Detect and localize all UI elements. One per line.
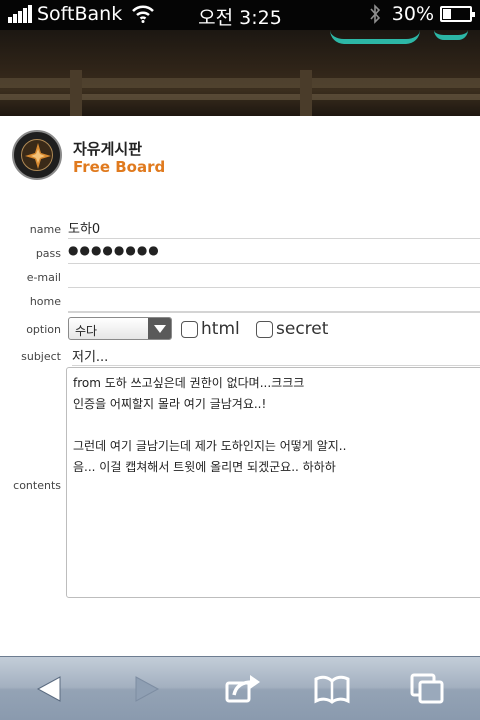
battery-percent: 30% bbox=[391, 3, 434, 25]
battery-icon bbox=[440, 6, 475, 22]
status-bar: SoftBank 오전 3:25 30% bbox=[0, 0, 480, 30]
forward-arrow-icon[interactable] bbox=[126, 671, 166, 707]
pass-label: pass bbox=[35, 247, 61, 260]
browser-toolbar bbox=[0, 656, 480, 720]
header-banner-image bbox=[0, 30, 480, 116]
contents-textarea[interactable]: from 도하 쓰고싶은데 권한이 없다며...크크크 인증을 어찌할지 몰라 … bbox=[66, 367, 480, 598]
contents-line: 인증을 어찌할지 몰라 여기 글남겨요..! bbox=[73, 397, 267, 411]
contents-line bbox=[73, 415, 479, 436]
compass-star-icon bbox=[25, 143, 51, 169]
homepage-field[interactable] bbox=[68, 291, 480, 312]
option-selected-value: 수다 bbox=[75, 324, 98, 338]
tabs-icon[interactable] bbox=[408, 671, 448, 707]
battery-fill bbox=[443, 9, 451, 19]
bookmarks-icon[interactable] bbox=[312, 671, 352, 707]
html-checkbox-box[interactable] bbox=[181, 320, 198, 338]
name-label: name bbox=[29, 223, 61, 236]
contents-line: 그런데 여기 글남기는데 제가 도하인지는 어떻게 알지.. bbox=[73, 439, 347, 453]
secret-checkbox[interactable]: secret bbox=[256, 319, 328, 339]
contents-line: from 도하 쓰고싶은데 권한이 없다며...크크크 bbox=[73, 376, 305, 390]
secret-checkbox-label: secret bbox=[276, 319, 329, 339]
password-field[interactable]: ●●●●●●●● bbox=[68, 243, 480, 264]
name-field[interactable]: 도하0 bbox=[68, 218, 480, 239]
back-arrow-icon[interactable] bbox=[30, 671, 70, 707]
contents-line: 음... 이걸 캡쳐해서 트윗에 올리면 되겠군요.. 하하하 bbox=[73, 460, 336, 474]
option-select[interactable]: 수다 bbox=[68, 317, 172, 340]
secret-checkbox-box[interactable] bbox=[256, 320, 273, 338]
screen: SoftBank 오전 3:25 30% 자유게시판 Free Board na… bbox=[0, 0, 480, 720]
subject-field[interactable]: 저기... bbox=[72, 346, 480, 366]
email-field[interactable] bbox=[68, 267, 480, 288]
subject-label: subject bbox=[21, 350, 61, 363]
option-label: option bbox=[26, 323, 61, 336]
chevron-down-icon bbox=[148, 318, 171, 339]
home-label: home bbox=[29, 295, 61, 308]
board-subtitle: Free Board bbox=[73, 158, 166, 176]
html-checkbox[interactable]: html bbox=[181, 319, 240, 339]
email-label: e-mail bbox=[26, 271, 61, 284]
site-logo bbox=[12, 130, 62, 180]
board-header: 자유게시판 Free Board bbox=[0, 116, 480, 196]
status-right: 30% bbox=[368, 3, 475, 25]
contents-label: contents bbox=[13, 479, 61, 492]
bluetooth-icon bbox=[370, 4, 380, 24]
html-checkbox-label: html bbox=[201, 319, 240, 339]
option-row-divider bbox=[68, 312, 480, 313]
share-icon[interactable] bbox=[222, 671, 262, 707]
board-title: 자유게시판 bbox=[73, 140, 143, 158]
